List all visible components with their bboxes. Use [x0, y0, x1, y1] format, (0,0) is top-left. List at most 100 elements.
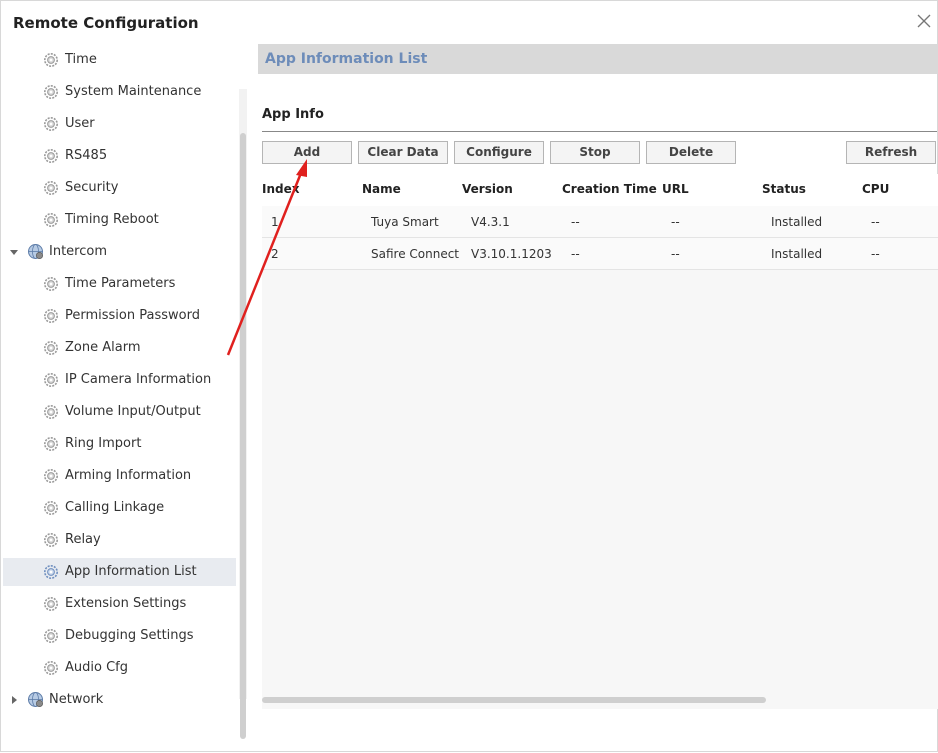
sidebar-scrollbar-thumb[interactable]	[240, 133, 246, 739]
gear-icon	[43, 212, 59, 228]
window-title: Remote Configuration	[13, 14, 199, 32]
column-header[interactable]: Status	[762, 182, 806, 196]
sidebar-item-app-information-list[interactable]: App Information List	[3, 558, 236, 586]
sidebar-item-label: Security	[65, 180, 119, 195]
sidebar-item-ring-import[interactable]: Ring Import	[3, 430, 236, 458]
sidebar-item-time-parameters[interactable]: Time Parameters	[3, 270, 236, 298]
gear-icon	[43, 468, 59, 484]
sidebar-item-time[interactable]: Time	[3, 46, 236, 74]
remote-configuration-window: Remote Configuration Time System Maintena…	[0, 0, 938, 752]
config-tree: Time System Maintenance User RS485 Security T…	[3, 44, 251, 742]
sidebar-item-label: Time Parameters	[65, 276, 176, 291]
sidebar-item-network[interactable]: Network	[3, 686, 236, 714]
column-header[interactable]: Name	[362, 182, 401, 196]
sidebar-item-label: RS485	[65, 148, 108, 163]
sidebar-item-label: IP Camera Information	[65, 372, 212, 387]
gear-icon	[43, 564, 59, 580]
table-cell: --	[871, 215, 880, 229]
gear-icon	[43, 404, 59, 420]
table-cell: --	[571, 215, 580, 229]
gear-icon	[43, 532, 59, 548]
gear-icon	[43, 372, 59, 388]
sidebar-item-calling-linkage[interactable]: Calling Linkage	[3, 494, 236, 522]
sidebar-item-extension-settings[interactable]: Extension Settings	[3, 590, 236, 618]
gear-icon	[43, 628, 59, 644]
sidebar-item-security[interactable]: Security	[3, 174, 236, 202]
sidebar-item-label: Extension Settings	[65, 596, 187, 611]
table-cell: Safire Connect	[371, 247, 460, 261]
table-cell: 2	[271, 247, 279, 261]
sidebar-item-system-maintenance[interactable]: System Maintenance	[3, 78, 236, 106]
table-row[interactable]: 1 Tuya Smart V4.3.1 -- -- Installed --	[262, 206, 938, 238]
configure-button[interactable]: Configure	[454, 141, 544, 164]
table-cell: 1	[271, 215, 279, 229]
gear-icon	[43, 596, 59, 612]
sidebar-item-label: Ring Import	[65, 436, 142, 451]
app-table: Index Name Version Creation Time URL Status CP…	[262, 174, 938, 709]
sidebar-item-label: Time	[65, 52, 97, 67]
sidebar-item-label: User	[65, 116, 95, 131]
subheading-divider	[262, 131, 937, 132]
globe-icon	[27, 243, 44, 260]
sidebar-item-label: Timing Reboot	[65, 212, 159, 227]
table-cell: Installed	[771, 215, 823, 229]
subheading: App Info	[262, 107, 324, 122]
table-cell: --	[671, 247, 680, 261]
table-header: Index Name Version Creation Time URL Status CP…	[262, 174, 938, 206]
sidebar-item-label: Relay	[65, 532, 101, 547]
column-header[interactable]: Index	[262, 182, 299, 196]
gear-icon	[43, 148, 59, 164]
section-title: App Information List	[265, 51, 428, 67]
column-header[interactable]: Version	[462, 182, 513, 196]
add-button[interactable]: Add	[262, 141, 352, 164]
table-cell: Tuya Smart	[371, 215, 439, 229]
title-bar: Remote Configuration	[1, 1, 938, 43]
stop-button[interactable]: Stop	[550, 141, 640, 164]
caret-right-icon[interactable]	[9, 694, 19, 704]
gear-icon	[43, 276, 59, 292]
table-row[interactable]: 2 Safire Connect V3.10.1.1203 -- -- Installed…	[262, 238, 938, 270]
sidebar-item-label: Volume Input/Output	[65, 404, 201, 419]
column-header[interactable]: Creation Time	[562, 182, 657, 196]
sidebar-item-audio-cfg[interactable]: Audio Cfg	[3, 654, 236, 682]
sidebar-item-permission-password[interactable]: Permission Password	[3, 302, 236, 330]
sidebar-item-label: App Information List	[65, 564, 197, 579]
table-cell: V3.10.1.1203	[471, 247, 552, 261]
table-cell: V4.3.1	[471, 215, 510, 229]
main-panel: App Information List App Info Add Clear …	[258, 44, 938, 709]
table-horizontal-scrollbar[interactable]	[262, 697, 766, 703]
column-header[interactable]: CPU	[862, 182, 889, 196]
column-header[interactable]: URL	[662, 182, 689, 196]
gear-icon	[43, 436, 59, 452]
table-cell: Installed	[771, 247, 823, 261]
refresh-button[interactable]: Refresh	[846, 141, 936, 164]
table-cell: --	[571, 247, 580, 261]
sidebar-item-label: Debugging Settings	[65, 628, 194, 643]
globe-icon	[27, 691, 44, 708]
sidebar-item-label: System Maintenance	[65, 84, 202, 99]
gear-icon	[43, 308, 59, 324]
sidebar-item-ip-camera-information[interactable]: IP Camera Information	[3, 366, 236, 394]
sidebar-item-zone-alarm[interactable]: Zone Alarm	[3, 334, 236, 362]
gear-icon	[43, 500, 59, 516]
close-icon[interactable]	[913, 10, 935, 32]
gear-icon	[43, 340, 59, 356]
sidebar-item-label: Intercom	[49, 244, 107, 259]
sidebar-item-intercom[interactable]: Intercom	[3, 238, 236, 266]
sidebar-item-label: Zone Alarm	[65, 340, 141, 355]
sidebar-item-user[interactable]: User	[3, 110, 236, 138]
sidebar-item-arming-information[interactable]: Arming Information	[3, 462, 236, 490]
table-cell: --	[671, 215, 680, 229]
sidebar-item-label: Calling Linkage	[65, 500, 165, 515]
sidebar-item-rs485[interactable]: RS485	[3, 142, 236, 170]
delete-button[interactable]: Delete	[646, 141, 736, 164]
sidebar-item-label: Arming Information	[65, 468, 192, 483]
sidebar-item-label: Permission Password	[65, 308, 200, 323]
sidebar-item-volume-input-output[interactable]: Volume Input/Output	[3, 398, 236, 426]
caret-down-icon[interactable]	[9, 246, 19, 256]
clear-data-button[interactable]: Clear Data	[358, 141, 448, 164]
sidebar-item-debugging-settings[interactable]: Debugging Settings	[3, 622, 236, 650]
sidebar-item-label: Audio Cfg	[65, 660, 128, 675]
sidebar-item-relay[interactable]: Relay	[3, 526, 236, 554]
sidebar-item-timing-reboot[interactable]: Timing Reboot	[3, 206, 236, 234]
